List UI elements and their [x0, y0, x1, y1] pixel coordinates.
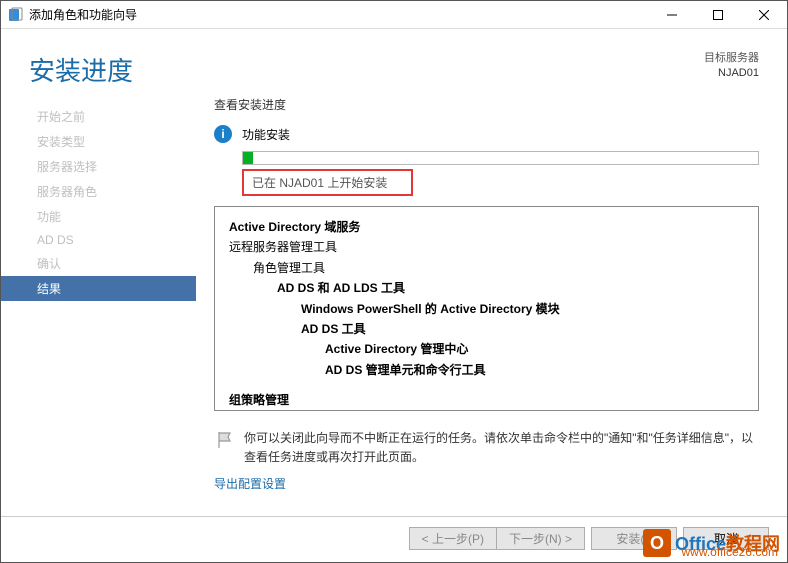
minimize-button[interactable] [649, 1, 695, 29]
cancel-button[interactable]: 取消 [683, 527, 769, 550]
wizard-steps: 开始之前 安装类型 服务器选择 服务器角色 功能 AD DS 确认 结果 [1, 96, 196, 502]
feature-item: AD DS 工具 [301, 319, 744, 339]
install-status-text: 功能安装 [242, 126, 290, 143]
titlebar: 添加角色和功能向导 [1, 1, 787, 29]
target-server-info: 目标服务器 NJAD01 [704, 51, 759, 82]
app-icon [7, 7, 23, 23]
feature-item: 远程服务器管理工具 [229, 237, 744, 257]
feature-item: AD DS 管理单元和命令行工具 [325, 360, 744, 380]
started-message: 已在 NJAD01 上开始安装 [242, 169, 413, 196]
export-config-link[interactable]: 导出配置设置 [214, 475, 759, 492]
wizard-window: 添加角色和功能向导 安装进度 目标服务器 NJAD01 开始之前 安装类型 服务… [0, 0, 788, 563]
next-button: 下一步(N) > [496, 527, 585, 550]
maximize-button[interactable] [695, 1, 741, 29]
step-results: 结果 [1, 276, 196, 301]
step-server-roles: 服务器角色 [1, 179, 196, 204]
close-button[interactable] [741, 1, 787, 29]
page-title: 安装进度 [29, 51, 704, 88]
feature-item: 角色管理工具 [253, 258, 744, 278]
info-icon: i [214, 125, 232, 143]
step-confirm: 确认 [1, 251, 196, 276]
step-adds: AD DS [1, 229, 196, 251]
close-wizard-note: 你可以关闭此向导而不中断正在运行的任务。请依次单击命令栏中的"通知"和"任务详细… [244, 429, 759, 467]
features-list: Active Directory 域服务 远程服务器管理工具 角色管理工具 AD… [214, 206, 759, 411]
window-title: 添加角色和功能向导 [29, 6, 649, 23]
flag-icon [214, 429, 236, 451]
button-row: < 上一步(P) 下一步(N) > 安装(I) 取消 [1, 517, 787, 562]
feature-item: Active Directory 管理中心 [325, 339, 744, 359]
step-install-type: 安装类型 [1, 129, 196, 154]
step-features: 功能 [1, 204, 196, 229]
step-before-begin: 开始之前 [1, 104, 196, 129]
window-controls [649, 1, 787, 29]
previous-button: < 上一步(P) [409, 527, 496, 550]
target-server-name: NJAD01 [704, 66, 759, 81]
install-button: 安装(I) [591, 527, 677, 550]
feature-item: AD DS 和 AD LDS 工具 [277, 278, 744, 298]
step-server-selection: 服务器选择 [1, 154, 196, 179]
progress-bar [242, 151, 759, 165]
feature-item: Windows PowerShell 的 Active Directory 模块 [301, 299, 744, 319]
feature-item: 组策略管理 [229, 390, 744, 410]
section-label: 查看安装进度 [214, 96, 759, 113]
target-server-label: 目标服务器 [704, 51, 759, 66]
progress-fill [243, 152, 253, 164]
feature-item: Active Directory 域服务 [229, 217, 744, 237]
